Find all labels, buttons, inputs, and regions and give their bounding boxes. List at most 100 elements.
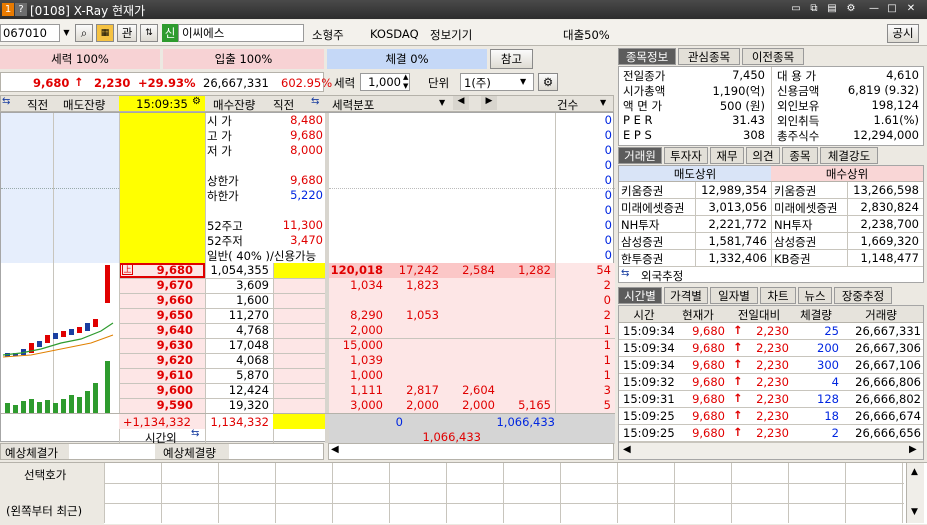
tab-time-tabs-0[interactable]: 시간별 bbox=[618, 287, 662, 304]
sell-broker[interactable]: 한투증권 bbox=[621, 251, 663, 267]
force-dropdown-icon[interactable]: ▼ bbox=[439, 98, 445, 107]
broker-col-line bbox=[847, 182, 848, 266]
stock-code-input[interactable]: 067010 bbox=[0, 24, 60, 42]
stat-label: 52주고 bbox=[207, 219, 243, 233]
buy-broker[interactable]: 삼성증권 bbox=[774, 234, 816, 250]
buy-broker[interactable]: NH투자 bbox=[774, 217, 812, 233]
buy-broker[interactable]: 미래에셋증권 bbox=[774, 200, 837, 216]
bid-price[interactable]: 9,650 bbox=[119, 308, 193, 322]
swap-icon-right[interactable]: ⇆ bbox=[311, 96, 319, 107]
swap-icon-left[interactable]: ⇆ bbox=[2, 96, 10, 107]
category-label: 소형주 bbox=[312, 28, 344, 42]
volume-bar bbox=[21, 401, 26, 413]
tab-broker-tabs-4[interactable]: 종목 bbox=[782, 147, 818, 164]
trades-scrollbar[interactable]: ◀ ▶ bbox=[619, 442, 923, 459]
unit-dropdown-icon[interactable]: ▼ bbox=[520, 77, 526, 86]
close-icon[interactable]: ✕ bbox=[905, 3, 917, 15]
trades-scroll-right-icon[interactable]: ▶ bbox=[909, 444, 917, 455]
total-volume: 26,667,331 bbox=[203, 76, 269, 90]
tab-info-tabs-2[interactable]: 이전종목 bbox=[742, 48, 804, 65]
foreign-swap-icon[interactable]: ⇆ bbox=[621, 268, 629, 279]
after-hours-swap-icon[interactable]: ⇆ bbox=[191, 428, 199, 439]
scroll-left-icon[interactable]: ◀ bbox=[331, 444, 339, 455]
total-force-1: 1,066,433 bbox=[496, 415, 555, 429]
bid-price[interactable]: 9,610 bbox=[119, 368, 193, 382]
tab-broker-tabs-1[interactable]: 투자자 bbox=[664, 147, 708, 164]
sell-broker[interactable]: 미래에셋증권 bbox=[621, 200, 684, 216]
prev-icon[interactable]: ◀ bbox=[453, 96, 469, 110]
trade-change: 2,230 bbox=[756, 358, 789, 372]
bid-count: 0 bbox=[603, 293, 611, 307]
guan-button[interactable]: 관 bbox=[117, 24, 137, 42]
bid-price[interactable]: 9,640 bbox=[119, 323, 193, 337]
tab-info-tabs-0[interactable]: 종목정보 bbox=[618, 48, 676, 65]
maximize-icon[interactable]: □ bbox=[886, 3, 898, 15]
volume-bar bbox=[61, 399, 66, 413]
footer-col-line bbox=[674, 463, 675, 523]
broker-col-line bbox=[771, 182, 772, 266]
toolbar: 067010 ▼ ⌕ ▦ 관 ⇅ 신 이씨에스 소형주 KOSDAQ 정보기기 … bbox=[0, 20, 927, 46]
ask-count: 0 bbox=[604, 248, 612, 262]
info-value: 198,124 bbox=[871, 98, 919, 112]
trades-scroll-left-icon[interactable]: ◀ bbox=[623, 444, 631, 455]
sell-broker[interactable]: NH투자 bbox=[621, 217, 659, 233]
ask-divider bbox=[1, 188, 119, 189]
buy-broker-qty: 2,830,824 bbox=[860, 200, 919, 214]
tab-broker-tabs-3[interactable]: 의견 bbox=[746, 147, 780, 164]
candle bbox=[61, 331, 66, 337]
sell-broker-qty: 1,581,746 bbox=[708, 234, 767, 248]
tab-time-tabs-4[interactable]: 뉴스 bbox=[798, 287, 832, 304]
count-dropdown-icon[interactable]: ▼ bbox=[600, 98, 606, 107]
info-label: 신용금액 bbox=[777, 84, 820, 98]
horizontal-scrollbar[interactable]: ◀ bbox=[328, 443, 614, 460]
bid-price[interactable]: 9,660 bbox=[119, 293, 193, 307]
tab-broker-tabs-0[interactable]: 거래원 bbox=[618, 147, 662, 164]
bid-price[interactable]: 9,630 bbox=[119, 338, 193, 352]
arrow-stack-icon[interactable]: ⇅ bbox=[140, 24, 158, 42]
search-icon[interactable]: ⌕ bbox=[75, 24, 93, 42]
code-dropdown-icon[interactable]: ▼ bbox=[60, 24, 73, 42]
footer-scrollbar[interactable]: ▲ ▼ bbox=[906, 463, 924, 523]
link-icon[interactable]: ⧉ bbox=[808, 3, 820, 15]
minimize-icon[interactable]: — bbox=[868, 3, 880, 15]
bid-price[interactable]: 9,670 bbox=[119, 278, 193, 292]
buy-broker[interactable]: 키움증권 bbox=[774, 183, 816, 199]
footer-scroll-up-icon[interactable]: ▲ bbox=[911, 467, 918, 477]
disclosure-button[interactable]: 공시 bbox=[887, 24, 919, 43]
info-label: P E R bbox=[623, 113, 653, 127]
force-spinner-icon[interactable]: ▲ ▼ bbox=[403, 73, 408, 91]
foreign-estimate-label: 외국추정 bbox=[641, 269, 684, 283]
pin-icon[interactable]: ▭ bbox=[790, 3, 802, 15]
tab-info-tabs-1[interactable]: 관심종목 bbox=[678, 48, 740, 65]
buy-broker[interactable]: KB증권 bbox=[774, 251, 811, 267]
time-gear-icon[interactable]: ⚙ bbox=[192, 96, 201, 107]
footer-col-line bbox=[446, 463, 447, 523]
bid-price[interactable]: 9,590 bbox=[119, 398, 193, 412]
sell-broker[interactable]: 키움증권 bbox=[621, 183, 663, 199]
candle bbox=[77, 327, 82, 333]
total-zero: 0 bbox=[395, 415, 403, 429]
bid-count: 1 bbox=[603, 353, 611, 367]
selected-quote-label: 선택호가 bbox=[24, 468, 67, 482]
stock-name-field[interactable]: 이씨에스 bbox=[178, 24, 304, 42]
total-bid-qty: 1,134,332 bbox=[210, 415, 269, 429]
bid-price[interactable]: 9,680 bbox=[119, 263, 193, 277]
reference-button[interactable]: 참고 bbox=[490, 49, 533, 69]
tab-time-tabs-3[interactable]: 차트 bbox=[760, 287, 796, 304]
settings-icon[interactable]: ⚙ bbox=[845, 3, 857, 15]
footer-scroll-down-icon[interactable]: ▼ bbox=[911, 507, 918, 517]
print-icon[interactable]: ▤ bbox=[826, 3, 838, 15]
tab-time-tabs-5[interactable]: 장중추정 bbox=[834, 287, 892, 304]
tab-time-tabs-2[interactable]: 일자별 bbox=[710, 287, 758, 304]
bid-price[interactable]: 9,620 bbox=[119, 353, 193, 367]
next-icon[interactable]: ▶ bbox=[481, 96, 497, 110]
tab-time-tabs-1[interactable]: 가격별 bbox=[664, 287, 708, 304]
bid-divider bbox=[119, 323, 325, 324]
force-settings-icon[interactable]: ⚙ bbox=[538, 73, 558, 91]
help-badge[interactable]: ? bbox=[15, 3, 27, 16]
calendar-icon[interactable]: ▦ bbox=[96, 24, 114, 42]
sell-broker[interactable]: 삼성증권 bbox=[621, 234, 663, 250]
tab-broker-tabs-5[interactable]: 체결강도 bbox=[820, 147, 878, 164]
bid-price[interactable]: 9,600 bbox=[119, 383, 193, 397]
tab-broker-tabs-2[interactable]: 재무 bbox=[710, 147, 744, 164]
